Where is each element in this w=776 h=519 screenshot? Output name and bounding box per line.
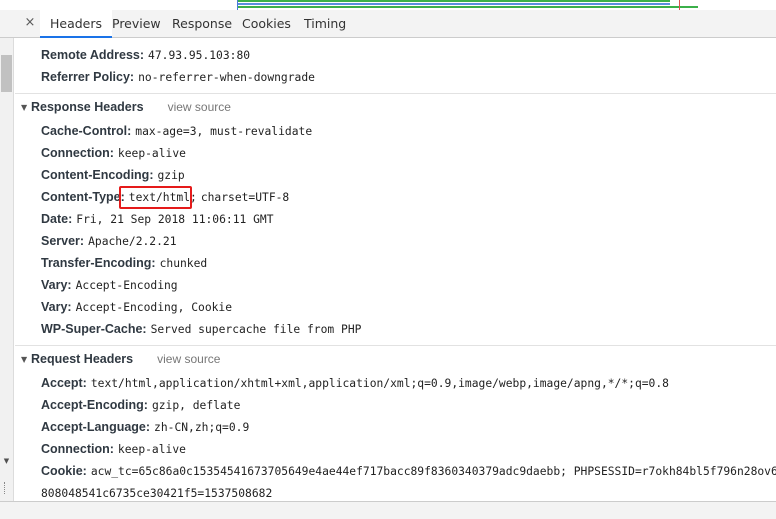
expand-arrow-icon[interactable]: ▼ (21, 97, 31, 119)
header-value: Served supercache file from PHP (150, 323, 362, 336)
response-header-row: Date: Fri, 21 Sep 2018 11:06:11 GMT (41, 208, 274, 230)
header-value: Accept-Encoding (75, 279, 178, 292)
waterfall-bar-green-2 (238, 6, 698, 8)
view-source-link[interactable]: view source (168, 100, 231, 114)
header-key: Content-Type: (41, 190, 125, 204)
response-header-row: WP-Super-Cache: Served supercache file fr… (41, 318, 361, 340)
request-header-row-cookie: Cookie: acw_tc=65c86a0c15354541673705649e… (41, 460, 776, 482)
header-key: WP-Super-Cache: (41, 322, 147, 336)
response-header-row: Vary: Accept-Encoding (41, 274, 178, 296)
general-row-remote-address: Remote Address: 47.93.95.103:80 (41, 44, 250, 66)
response-header-row: Transfer-Encoding: chunked (41, 252, 207, 274)
header-value: text/html,application/xhtml+xml,applicat… (90, 377, 669, 390)
response-header-row: Cache-Control: max-age=3, must-revalidate (41, 120, 312, 142)
header-value: zh-CN,zh;q=0.9 (154, 421, 250, 434)
tab-preview[interactable]: Preview (102, 10, 171, 38)
request-header-row: Accept-Encoding: gzip, deflate (41, 394, 240, 416)
tab-cookies[interactable]: Cookies (232, 10, 301, 38)
response-header-row: Vary: Accept-Encoding, Cookie (41, 296, 232, 318)
header-key: Cache-Control: (41, 124, 132, 138)
request-header-row: Connection: keep-alive (41, 438, 186, 460)
general-row-referrer-policy: Referrer Policy: no-referrer-when-downgra… (41, 66, 315, 88)
resize-handle-icon[interactable] (4, 482, 10, 494)
header-value: gzip (157, 169, 185, 182)
section-divider (15, 345, 776, 346)
request-header-row: Accept-Language: zh-CN,zh;q=0.9 (41, 416, 249, 438)
response-header-row: Content-Encoding: gzip (41, 164, 185, 186)
tab-response[interactable]: Response (162, 10, 242, 38)
waterfall-marker-red (679, 0, 680, 10)
waterfall-strip (0, 0, 776, 10)
header-value: chunked (159, 257, 208, 270)
section-title: Request Headers (31, 352, 134, 366)
scroll-down-arrow-icon[interactable]: ▼ (1, 456, 12, 466)
header-value: keep-alive (117, 443, 186, 456)
section-divider (15, 93, 776, 94)
header-key: Referrer Policy: (41, 70, 135, 84)
annotation-highlight-box (119, 186, 192, 209)
expand-arrow-icon[interactable]: ▼ (21, 349, 31, 371)
header-key: Remote Address: (41, 48, 145, 62)
waterfall-bar-blue (238, 3, 670, 5)
header-key: Accept-Encoding: (41, 398, 148, 412)
header-key: Accept: (41, 376, 87, 390)
bottom-status-bar (0, 501, 776, 519)
response-header-row: Server: Apache/2.2.21 (41, 230, 177, 252)
close-icon[interactable]: × (23, 14, 37, 32)
header-key: Connection: (41, 146, 114, 160)
request-headers-section-header[interactable]: ▼ Request Headers view source (21, 348, 220, 370)
header-value: gzip, deflate (151, 399, 241, 412)
left-scrollbar[interactable]: ▼ (0, 38, 14, 501)
header-value: max-age=3, must-revalidate (135, 125, 313, 138)
header-value: keep-alive (117, 147, 186, 160)
scrollbar-thumb[interactable] (1, 55, 12, 92)
header-value: Accept-Encoding, Cookie (75, 301, 233, 314)
waterfall-bar-green (238, 0, 670, 2)
header-value: 47.93.95.103:80 (148, 49, 251, 62)
tab-timing[interactable]: Timing (294, 10, 356, 38)
detail-tab-bar: × Headers Preview Response Cookies Timin… (0, 10, 776, 38)
header-value: Fri, 21 Sep 2018 11:06:11 GMT (76, 213, 274, 226)
view-source-link[interactable]: view source (157, 352, 220, 366)
request-header-row: Accept: text/html,application/xhtml+xml,a… (41, 372, 669, 394)
header-value: charset=UTF-8 (200, 191, 290, 204)
header-key: Date: (41, 212, 73, 226)
header-key: Vary: (41, 278, 72, 292)
header-key: Content-Encoding: (41, 168, 154, 182)
header-key: Transfer-Encoding: (41, 256, 156, 270)
section-title: Response Headers (31, 100, 144, 114)
header-key: Vary: (41, 300, 72, 314)
header-value: acw_tc=65c86a0c15354541673705649e4ae44ef… (90, 465, 776, 478)
header-value: no-referrer-when-downgrade (138, 71, 315, 84)
headers-panel: Remote Address: 47.93.95.103:80 Referrer … (15, 38, 776, 501)
response-headers-section-header[interactable]: ▼ Response Headers view source (21, 96, 231, 118)
request-header-row-cookie-continued: 808048541c6735ce30421f5=1537508682 (41, 482, 272, 501)
header-value: Apache/2.2.21 (88, 235, 177, 248)
header-key: Connection: (41, 442, 114, 456)
header-value: 808048541c6735ce30421f5=1537508682 (41, 487, 273, 500)
response-header-row: Connection: keep-alive (41, 142, 186, 164)
header-key: Server: (41, 234, 85, 248)
header-key: Accept-Language: (41, 420, 151, 434)
header-key: Cookie: (41, 464, 87, 478)
